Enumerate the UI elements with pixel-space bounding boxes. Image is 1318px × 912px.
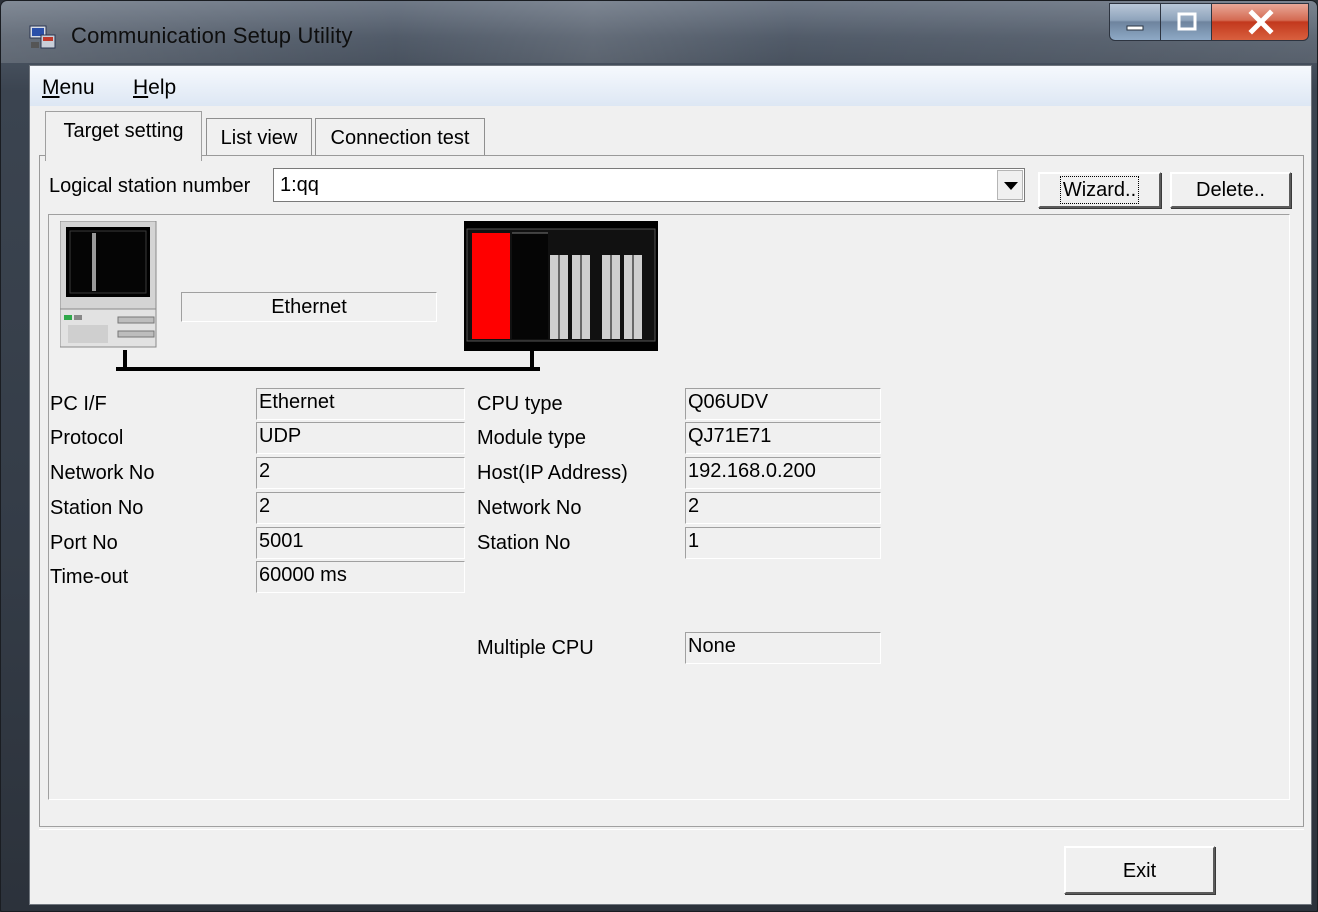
bottom-separator	[39, 826, 1304, 830]
port-no-value: 5001	[256, 527, 465, 559]
tab-target-setting[interactable]: Target setting	[45, 111, 202, 161]
menu-menu[interactable]: Menu	[42, 76, 95, 100]
plc-station-no-label: Station No	[477, 532, 571, 554]
menu-help[interactable]: Help	[133, 76, 176, 100]
pc-if-value: Ethernet	[256, 388, 465, 420]
module-type-label: Module type	[477, 427, 586, 449]
plc-station-no-value: 1	[685, 527, 881, 559]
cpu-type-value: Q06UDV	[685, 388, 881, 420]
network-computer-icon	[29, 25, 56, 49]
tab-connection-test[interactable]: Connection test	[315, 118, 485, 158]
multiple-cpu-value: None	[685, 632, 881, 664]
cpu-type-label: CPU type	[477, 393, 563, 415]
plc-network-no-value: 2	[685, 492, 881, 524]
pc-network-no-value: 2	[256, 457, 465, 489]
plc-network-no-label: Network No	[477, 497, 582, 519]
tab-list-view[interactable]: List view	[206, 118, 312, 158]
protocol-value: UDP	[256, 422, 465, 454]
window-title: Communication Setup Utility	[71, 23, 353, 48]
multiple-cpu-label: Multiple CPU	[477, 637, 594, 659]
pc-drop-line	[123, 350, 127, 369]
personal-computer-icon	[60, 221, 157, 348]
time-out-value: 60000 ms	[256, 561, 465, 593]
exit-button[interactable]: Exit	[1064, 846, 1215, 894]
pc-if-label: PC I/F	[50, 393, 107, 415]
port-no-label: Port No	[50, 532, 118, 554]
delete-button-label: Delete..	[1196, 179, 1265, 201]
logical-station-dropdown-button[interactable]	[997, 170, 1023, 200]
pc-station-no-label: Station No	[50, 497, 144, 519]
pc-network-no-label: Network No	[50, 462, 155, 484]
connection-type-box: Ethernet	[181, 292, 437, 322]
pc-station-no-value: 2	[256, 492, 465, 524]
logical-station-combobox[interactable]: 1:qq	[273, 168, 1025, 202]
close-icon	[1248, 9, 1274, 35]
minimize-icon	[1126, 25, 1144, 31]
network-line	[116, 367, 540, 371]
exit-button-label: Exit	[1122, 860, 1157, 882]
host-ip-label: Host(IP Address)	[477, 462, 628, 484]
maximize-icon	[1177, 12, 1197, 31]
client-area: Menu Help Target setting List view Conne…	[29, 65, 1312, 905]
minimize-button[interactable]	[1109, 3, 1161, 41]
wizard-button[interactable]: Wizard..	[1038, 172, 1161, 208]
host-ip-value: 192.168.0.200	[685, 457, 881, 489]
logical-station-value: 1:qq	[280, 174, 319, 196]
protocol-label: Protocol	[50, 427, 124, 449]
module-type-value: QJ71E71	[685, 422, 881, 454]
logical-station-label: Logical station number	[49, 175, 251, 197]
maximize-button[interactable]	[1160, 3, 1212, 41]
menu-bar: Menu Help	[30, 66, 1311, 106]
time-out-label: Time-out	[50, 566, 129, 588]
wizard-button-label: Wizard..	[1059, 176, 1140, 204]
window-frame: Communication Setup Utility Menu Help Ta…	[0, 0, 1318, 912]
plc-drop-line	[530, 350, 534, 369]
plc-rack-icon	[464, 221, 658, 351]
chevron-down-icon	[1004, 182, 1018, 190]
close-button[interactable]	[1211, 3, 1309, 41]
delete-button[interactable]: Delete..	[1170, 172, 1291, 208]
